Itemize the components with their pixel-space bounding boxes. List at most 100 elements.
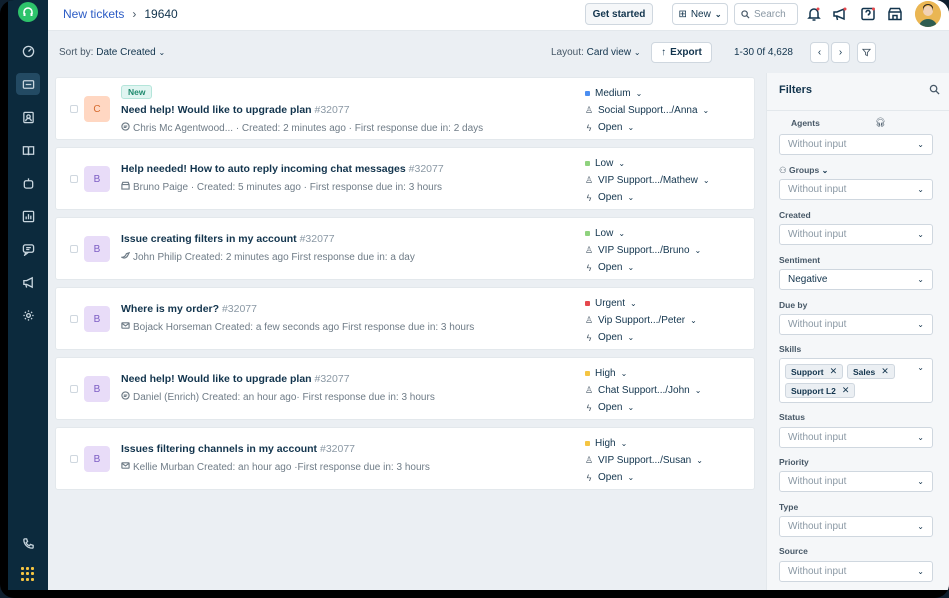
layout-dropdown[interactable]: Layout: Card view ⌄ <box>551 47 641 58</box>
breadcrumb-link[interactable]: New tickets <box>63 7 124 21</box>
ticket-meta-text: Bruno Paige · Created: 5 minutes ago · F… <box>133 181 443 193</box>
filters-title: Filters <box>779 84 813 96</box>
close-icon[interactable]: ✕ <box>830 366 838 377</box>
contacts-icon[interactable] <box>16 106 40 128</box>
due-by-select[interactable]: Without input ⌄ <box>779 314 933 335</box>
ticket-subject[interactable]: Issue creating filters in my account #32… <box>121 233 335 245</box>
ticket-subject-text: Where is my order? <box>121 303 220 315</box>
priority-select[interactable]: Without input ⌄ <box>779 471 933 492</box>
status-dropdown[interactable]: ϟ Open ⌄ <box>585 262 635 273</box>
group-agent-dropdown[interactable]: ♙ VIP Support.../Bruno ⌄ <box>585 245 701 256</box>
ticket-card[interactable]: B Issue creating filters in my account #… <box>55 217 755 280</box>
group-agent-dropdown[interactable]: ♙ Vip Support.../Peter ⌄ <box>585 315 697 326</box>
filter-toggle-button[interactable] <box>857 42 876 63</box>
group-agent-dropdown[interactable]: ♙ VIP Support.../Mathew ⌄ <box>585 175 710 186</box>
ticket-meta: Bruno Paige · Created: 5 minutes ago · F… <box>121 181 442 193</box>
chevron-down-icon: ⌄ <box>821 166 829 175</box>
priority-dropdown[interactable]: Low ⌄ <box>585 158 625 169</box>
announcement-icon[interactable] <box>830 4 850 24</box>
tickets-icon[interactable] <box>16 73 40 95</box>
chevron-left-icon: ‹ <box>817 47 822 58</box>
settings-icon[interactable] <box>16 304 40 326</box>
ticket-card[interactable]: B Issues filtering channels in my accoun… <box>55 427 755 490</box>
status-icon: ϟ <box>586 332 592 343</box>
logo-icon[interactable] <box>18 2 38 22</box>
user-avatar[interactable] <box>915 1 941 27</box>
ticket-checkbox[interactable] <box>70 245 78 253</box>
sort-dropdown[interactable]: Sort by: Date Created ⌄ <box>59 47 165 58</box>
ticket-subject-text: Issues filtering channels in my account <box>121 443 318 455</box>
reports-icon[interactable] <box>16 205 40 227</box>
due-by-placeholder: Without input <box>788 319 847 330</box>
priority-dropdown[interactable]: Medium ⌄ <box>585 88 642 99</box>
groups-select[interactable]: Without input ⌄ <box>779 179 933 200</box>
status-dropdown[interactable]: ϟ Open ⌄ <box>585 122 635 133</box>
ticket-card[interactable]: C New Need help! Would like to upgrade p… <box>55 77 755 140</box>
status-value: Open <box>598 262 623 273</box>
ticket-checkbox[interactable] <box>70 455 78 463</box>
bot-icon[interactable] <box>16 172 40 194</box>
group-agent-dropdown[interactable]: ♙ VIP Support.../Susan ⌄ <box>585 455 703 466</box>
ticket-meta: Chris Mc Agentwood... · Created: 2 minut… <box>121 122 483 134</box>
priority-dropdown[interactable]: Low ⌄ <box>585 228 625 239</box>
ticket-card[interactable]: B Help needed! How to auto reply incomin… <box>55 147 755 210</box>
agents-select[interactable]: Without input ⌄ <box>779 134 933 155</box>
prev-page-button[interactable]: ‹ <box>810 42 829 63</box>
knowledge-base-icon[interactable] <box>16 139 40 161</box>
campaigns-icon[interactable] <box>16 271 40 293</box>
priority-dropdown[interactable]: High ⌄ <box>585 438 627 449</box>
ticket-subject[interactable]: Need help! Would like to upgrade plan #3… <box>121 373 350 385</box>
ticket-subject-text: Help needed! How to auto reply incoming … <box>121 163 406 175</box>
ticket-subject[interactable]: Need help! Would like to upgrade plan #3… <box>121 104 350 116</box>
group-agent-dropdown[interactable]: ♙ Social Support.../Anna ⌄ <box>585 105 709 116</box>
search-icon[interactable] <box>929 84 940 95</box>
chevron-down-icon: ⌄ <box>917 230 924 239</box>
notification-bell-icon[interactable] <box>804 4 824 24</box>
created-select[interactable]: Without input ⌄ <box>779 224 933 245</box>
ticket-checkbox[interactable] <box>70 385 78 393</box>
status-dropdown[interactable]: ϟ Open ⌄ <box>585 192 635 203</box>
groups-label-text: Groups <box>788 165 820 175</box>
ticket-card[interactable]: B Need help! Would like to upgrade plan … <box>55 357 755 420</box>
status-dropdown[interactable]: ϟ Open ⌄ <box>585 332 635 343</box>
chevron-down-icon: ⌄ <box>635 89 643 98</box>
next-page-button[interactable]: › <box>831 42 850 63</box>
group-agent-dropdown[interactable]: ♙ Chat Support.../John ⌄ <box>585 385 701 396</box>
group-agent-value: Social Support.../Anna <box>598 105 698 116</box>
ticket-subject[interactable]: Help needed! How to auto reply incoming … <box>121 163 444 175</box>
ticket-card[interactable]: B Where is my order? #32077 Bojack Horse… <box>55 287 755 350</box>
ticket-checkbox[interactable] <box>70 105 78 113</box>
funnel-icon <box>862 48 871 57</box>
apps-grid-icon[interactable] <box>21 567 35 581</box>
dashboard-icon[interactable] <box>16 40 40 62</box>
sentiment-select[interactable]: Negative ⌄ <box>779 269 933 290</box>
ticket-meta-text: Bojack Horseman Created: a few seconds a… <box>133 321 475 333</box>
get-started-button[interactable]: Get started <box>585 3 653 25</box>
ticket-number: #32077 <box>319 443 356 455</box>
marketplace-icon[interactable] <box>885 4 905 24</box>
priority-dropdown[interactable]: Urgent ⌄ <box>585 298 637 309</box>
ticket-meta-text: Chris Mc Agentwood... · Created: 2 minut… <box>133 122 484 134</box>
priority-dropdown[interactable]: High ⌄ <box>585 368 627 379</box>
phone-icon[interactable] <box>16 532 40 554</box>
status-select[interactable]: Without input ⌄ <box>779 427 933 448</box>
ticket-checkbox[interactable] <box>70 175 78 183</box>
ticket-checkbox[interactable] <box>70 315 78 323</box>
status-dropdown[interactable]: ϟ Open ⌄ <box>585 402 635 413</box>
chevron-down-icon: ⌄ <box>917 363 924 372</box>
user-icon: ♙ <box>585 105 594 115</box>
source-select[interactable]: Without input ⌄ <box>779 561 933 582</box>
skills-select[interactable]: Support ✕ Sales ✕ Support L2 ✕ ⌄ <box>779 358 933 403</box>
type-select[interactable]: Without input ⌄ <box>779 516 933 537</box>
close-icon[interactable]: ✕ <box>881 366 889 377</box>
search-input[interactable]: Search <box>734 3 798 25</box>
ticket-subject[interactable]: Where is my order? #32077 <box>121 303 257 315</box>
help-icon[interactable] <box>858 4 878 24</box>
priority-dot <box>585 231 590 236</box>
close-icon[interactable]: ✕ <box>842 385 850 396</box>
new-button[interactable]: ⊞ New ⌄ <box>672 3 728 25</box>
chat-icon[interactable] <box>16 238 40 260</box>
export-button[interactable]: ↑ Export <box>651 42 712 63</box>
status-dropdown[interactable]: ϟ Open ⌄ <box>585 472 635 483</box>
ticket-subject[interactable]: Issues filtering channels in my account … <box>121 443 355 455</box>
